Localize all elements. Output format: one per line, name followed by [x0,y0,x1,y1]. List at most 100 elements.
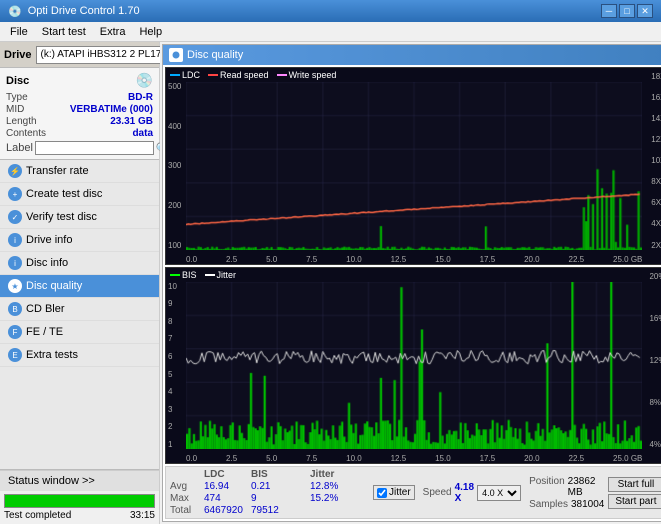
progress-area: Test completed 33:15 [0,491,159,524]
disc-type-value: BD-R [128,92,153,103]
status-completed-text: Test completed [4,510,71,521]
chart1-canvas [186,82,642,250]
drive-section: Drive (k:) ATAPI iHBS312 2 PL17 ⏏ Speed … [0,42,159,68]
speed-stat-label: Speed [423,487,452,498]
position-section: Position 23862 MB Samples 381004 [529,476,604,510]
titlebar-title: 💿 Opti Drive Control 1.70 [8,5,140,18]
extra-tests-icon: E [8,348,22,362]
total-label: Total [170,505,202,516]
nav-drive-info-label: Drive info [26,234,72,246]
disc-quality-title: Disc quality [187,49,243,61]
disc-length-label: Length [6,116,37,127]
nav-transfer-rate[interactable]: ⚡ Transfer rate [0,160,159,183]
menu-extra[interactable]: Extra [94,25,132,39]
speed-stat-val: 4.18 X [455,482,474,504]
legend-writespeed-color [277,74,287,76]
y-label-4x: 4X [651,219,661,228]
chart1-y-right: 18X 16X 14X 12X 10X 8X 6X 4X 2X [651,72,661,250]
disc-label-row: Label 🔍 [6,141,153,155]
samples-label: Samples [529,499,568,510]
menu-help[interactable]: Help [133,25,168,39]
disc-length-row: Length 23.31 GB [6,116,153,127]
y-label-14x: 14X [651,114,661,123]
max-jitter: 15.2% [310,493,365,504]
nav-cd-bler[interactable]: B CD Bler [0,298,159,321]
drive-info-icon: i [8,233,22,247]
disc-type-row: Type BD-R [6,92,153,103]
nav-drive-info[interactable]: i Drive info [0,229,159,252]
disc-mid-value: VERBATIMe (000) [70,104,153,115]
y-label-12x: 12X [651,135,661,144]
menu-file[interactable]: File [4,25,34,39]
legend-writespeed-label: Write speed [289,70,337,80]
minimize-button[interactable]: ─ [601,4,617,18]
status-window-label: Status window >> [8,475,95,487]
y-label-6x: 6X [651,198,661,207]
disc-title: Disc [6,75,29,87]
nav-disc-info[interactable]: i Disc info [0,252,159,275]
bis-header: BIS [251,469,296,480]
drive-label: Drive [4,49,32,61]
disc-header: Disc 💿 [6,72,153,89]
ldc-header: LDC [204,469,249,480]
nav-verify-test-disc[interactable]: ✓ Verify test disc [0,206,159,229]
status-window-button[interactable]: Status window >> [0,470,159,491]
legend-jitter: Jitter [205,270,237,280]
menubar: File Start test Extra Help [0,22,661,42]
nav-disc-quality[interactable]: ★ Disc quality [0,275,159,298]
disc-quality-icon: ★ [8,279,22,293]
fe-te-icon: F [8,325,22,339]
disc-contents-label: Contents [6,128,46,139]
jitter-check-label: Jitter [389,487,411,498]
nav-create-test-disc[interactable]: + Create test disc [0,183,159,206]
start-full-button[interactable]: Start full [608,477,661,492]
legend-jitter-color [205,274,215,276]
verify-disc-icon: ✓ [8,210,22,224]
disc-label-label: Label [6,142,33,154]
avg-bis: 0.21 [251,481,296,492]
app-icon: 💿 [8,5,22,18]
disc-quality-panel: Disc quality LDC Read speed [162,44,661,522]
position-row: Position 23862 MB [529,476,604,498]
disc-mid-row: MID VERBATIMe (000) [6,104,153,115]
max-ldc: 474 [204,493,249,504]
start-part-button[interactable]: Start part [608,494,661,509]
cd-bler-icon: B [8,302,22,316]
nav-cd-bler-label: CD Bler [26,303,65,315]
app-title: Opti Drive Control 1.70 [28,5,140,17]
menu-starttest[interactable]: Start test [36,25,92,39]
maximize-button[interactable]: □ [619,4,635,18]
status-text-row: Test completed 33:15 [4,510,155,521]
legend-bis: BIS [170,270,197,280]
max-bis: 9 [251,493,296,504]
avg-jitter: 12.8% [310,481,365,492]
disc-header-icon: 💿 [136,72,153,89]
disc-label-input[interactable] [35,141,154,155]
chart1-y-left: 500 400 300 200 100 [168,82,181,250]
progress-bar-fill [5,495,154,507]
content-area: Disc quality LDC Read speed [160,42,661,524]
chart1-area: LDC Read speed Write speed 18X [165,67,661,265]
chart2-y-right: 20% 16% 12% 8% 4% [649,272,661,450]
total-bis: 79512 [251,505,296,516]
y-label-16x: 16X [651,93,661,102]
main-layout: Drive (k:) ATAPI iHBS312 2 PL17 ⏏ Speed … [0,42,661,524]
legend-readspeed-color [208,74,218,76]
speed-stat-combo[interactable]: 4.0 X [477,485,521,501]
status-section: Status window >> Test completed 33:15 [0,469,159,524]
stats-row: LDC BIS Jitter Avg 16.94 0.21 12.8% Max … [165,466,661,519]
jitter-checkbox[interactable] [377,488,387,498]
jitter-check-area: Jitter [373,485,415,500]
chart2-x-labels: 0.0 2.5 5.0 7.5 10.0 12.5 15.0 17.5 20.0… [186,454,642,463]
create-disc-icon: + [8,187,22,201]
nav-fe-te[interactable]: F FE / TE [0,321,159,344]
avg-label: Avg [170,481,202,492]
sidebar: Drive (k:) ATAPI iHBS312 2 PL17 ⏏ Speed … [0,42,160,524]
legend-readspeed: Read speed [208,70,269,80]
drive-combo[interactable]: (k:) ATAPI iHBS312 2 PL17 [36,46,180,64]
disc-contents-row: Contents data [6,128,153,139]
nav-extra-tests[interactable]: E Extra tests [0,344,159,367]
legend-bis-label: BIS [182,270,197,280]
close-button[interactable]: ✕ [637,4,653,18]
y-label-18x: 18X [651,72,661,81]
